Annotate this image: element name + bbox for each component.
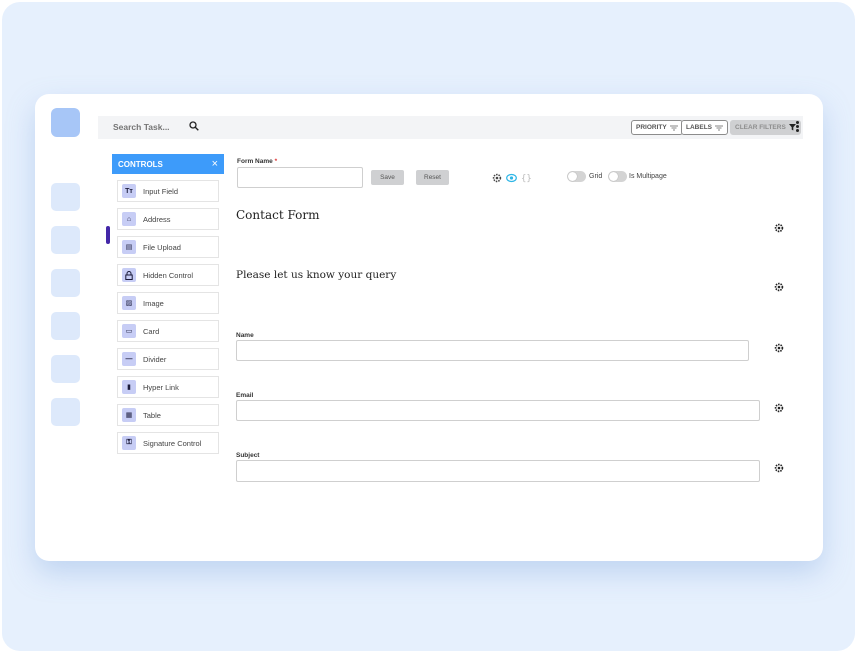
control-item-label: Table: [143, 410, 161, 420]
eye-icon[interactable]: [506, 173, 517, 183]
svg-text:{}: {}: [521, 174, 532, 183]
control-item-input-field[interactable]: Tт Input Field: [117, 180, 219, 202]
text-icon: Tт: [122, 184, 136, 198]
filter-lines-icon: [715, 125, 723, 130]
lock-icon: [122, 268, 136, 282]
rail-button-2[interactable]: [51, 226, 80, 254]
control-item-label: Hidden Control: [143, 270, 194, 280]
control-item-hidden-control[interactable]: Hidden Control: [117, 264, 219, 286]
control-item-label: Divider: [143, 354, 167, 364]
controls-title: CONTROLS: [118, 159, 163, 169]
clear-filters-label: CLEAR FILTERS: [735, 124, 786, 131]
divider-icon: —: [122, 352, 136, 366]
grid-toggle[interactable]: [567, 171, 586, 182]
labels-label: LABELS: [686, 124, 712, 131]
rail-button-4[interactable]: [51, 312, 80, 340]
form-name-label-text: Form Name: [237, 158, 273, 165]
multipage-toggle[interactable]: [608, 171, 627, 182]
braces-icon[interactable]: {}: [520, 172, 532, 183]
more-options-icon[interactable]: [795, 121, 800, 134]
table-icon: ▦: [122, 408, 136, 422]
name-field-label: Name: [236, 332, 254, 339]
control-item-hyper-link[interactable]: ▮ Hyper Link: [117, 376, 219, 398]
controls-list: Tт Input Field ⌂ Address ▤ File Upload H…: [117, 180, 219, 460]
gear-icon[interactable]: [774, 282, 784, 292]
gear-icon[interactable]: [774, 343, 784, 353]
control-item-table[interactable]: ▦ Table: [117, 404, 219, 426]
close-icon[interactable]: ×: [212, 158, 218, 170]
card-icon: ▭: [122, 324, 136, 338]
gear-icon[interactable]: [774, 403, 784, 413]
save-button[interactable]: Save: [371, 170, 404, 185]
filter-lines-icon: [669, 125, 678, 130]
subject-input[interactable]: [236, 460, 760, 482]
priority-label: PRIORITY: [636, 124, 667, 131]
controls-header: CONTROLS ×: [112, 154, 224, 174]
rail-active-indicator: [106, 226, 110, 244]
subject-field-label: Subject: [236, 452, 260, 459]
control-item-image[interactable]: ▨ Image: [117, 292, 219, 314]
rail-button-6[interactable]: [51, 398, 80, 426]
image-icon: ▨: [122, 296, 136, 310]
home-icon: ⌂: [122, 212, 136, 226]
required-mark: *: [274, 158, 278, 165]
control-item-label: File Upload: [143, 242, 181, 252]
priority-filter-button[interactable]: PRIORITY: [631, 120, 683, 135]
email-field-label: Email: [236, 392, 254, 399]
form-subtitle[interactable]: Please let us know your query: [236, 269, 396, 281]
gear-icon[interactable]: [774, 223, 784, 233]
form-title[interactable]: Contact Form: [236, 208, 319, 222]
control-item-address[interactable]: ⌂ Address: [117, 208, 219, 230]
file-icon: ▤: [122, 240, 136, 254]
search-input[interactable]: [113, 122, 183, 132]
gear-icon[interactable]: [774, 463, 784, 473]
rail-button-5[interactable]: [51, 355, 80, 383]
control-item-label: Signature Control: [143, 438, 202, 448]
control-item-file-upload[interactable]: ▤ File Upload: [117, 236, 219, 258]
control-item-label: Input Field: [143, 186, 179, 196]
control-item-divider[interactable]: — Divider: [117, 348, 219, 370]
rail-button-1[interactable]: [51, 183, 80, 211]
settings-icon[interactable]: [492, 173, 502, 183]
search-icon[interactable]: [189, 121, 199, 131]
clear-filters-button[interactable]: CLEAR FILTERS: [730, 120, 801, 135]
form-name-label: Form Name *: [237, 158, 277, 165]
multipage-label: Is Multipage: [629, 173, 667, 180]
control-item-label: Hyper Link: [143, 382, 179, 392]
key-icon: ⚿: [122, 436, 136, 450]
rail-button-3[interactable]: [51, 269, 80, 297]
control-item-signature-control[interactable]: ⚿ Signature Control: [117, 432, 219, 454]
control-item-label: Card: [143, 326, 160, 336]
name-input[interactable]: [236, 340, 749, 361]
email-input[interactable]: [236, 400, 760, 421]
grid-label: Grid: [589, 173, 603, 180]
app-logo[interactable]: [51, 108, 80, 137]
labels-filter-button[interactable]: LABELS: [681, 120, 728, 135]
control-item-label: Image: [143, 298, 164, 308]
control-item-card[interactable]: ▭ Card: [117, 320, 219, 342]
control-item-label: Address: [143, 214, 171, 224]
form-name-input[interactable]: [237, 167, 363, 188]
reset-button[interactable]: Reset: [416, 170, 449, 185]
bookmark-icon: ▮: [122, 380, 136, 394]
